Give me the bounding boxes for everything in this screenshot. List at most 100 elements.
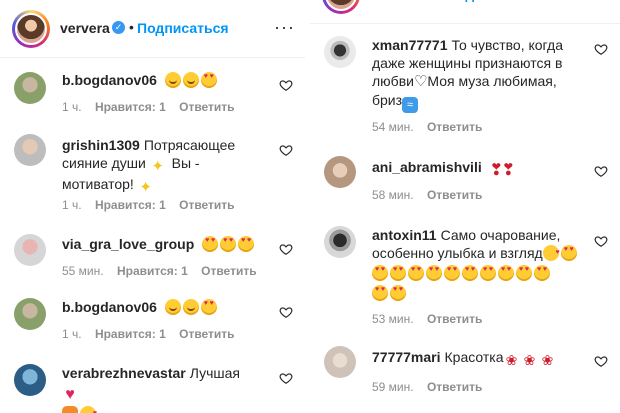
comment-text: xman77771 То чувство, когда даже женщины … bbox=[372, 36, 584, 113]
heart-outline-icon[interactable] bbox=[594, 234, 608, 248]
commenter-username[interactable]: ani_abramishvili bbox=[372, 159, 482, 175]
heart-outline-icon[interactable] bbox=[594, 354, 608, 368]
commenter-avatar[interactable] bbox=[14, 134, 46, 166]
heart-eyes-emoji-icon bbox=[390, 265, 406, 281]
heart-outline-icon[interactable] bbox=[279, 78, 293, 92]
heart-eyes-emoji-icon bbox=[516, 265, 532, 281]
reply-button[interactable]: Ответить bbox=[179, 327, 234, 341]
kiss-emoji-icon bbox=[80, 405, 97, 413]
commenter-username[interactable]: via_gra_love_group bbox=[62, 236, 194, 252]
header-dot-separator: • bbox=[129, 19, 134, 35]
comment-likes[interactable]: Нравится: 1 bbox=[95, 198, 166, 212]
comment-text: b.bogdanov06 bbox=[62, 71, 261, 89]
heart-eyes-emoji-icon bbox=[372, 265, 388, 281]
heart-exclamation-emoji-icon: ❣ bbox=[501, 162, 516, 179]
comment-text: via_gra_love_group bbox=[62, 235, 261, 253]
comment-time[interactable]: 1 ч. bbox=[62, 100, 82, 114]
rose-emoji-icon: ❀ bbox=[523, 352, 536, 368]
commenter-avatar[interactable] bbox=[14, 364, 46, 396]
wave-emoji-icon: ≈ bbox=[402, 97, 419, 113]
comment-content: Красотка bbox=[444, 349, 504, 365]
commenter-avatar[interactable] bbox=[14, 298, 46, 330]
comment-time[interactable]: 54 мин. bbox=[372, 120, 414, 134]
comment-meta: 1 ч. Нравится: 1 Ответить bbox=[62, 198, 245, 212]
heart-eyes-emoji-icon bbox=[390, 285, 406, 301]
rose-emoji-icon: ❀ bbox=[541, 352, 554, 368]
reply-button[interactable]: Ответить bbox=[427, 120, 482, 134]
comment-likes[interactable]: Нравится: 1 bbox=[95, 100, 166, 114]
comment-time[interactable]: 1 ч. bbox=[62, 327, 82, 341]
heart-outline-icon[interactable] bbox=[279, 305, 293, 319]
smiling-face-emoji-icon bbox=[182, 72, 199, 88]
comment-meta: 53 мин. Ответить bbox=[372, 312, 492, 326]
comment-time[interactable]: 1 ч. bbox=[62, 198, 82, 212]
heart-eyes-emoji-icon bbox=[200, 72, 217, 88]
smiling-face-emoji-icon bbox=[164, 72, 181, 88]
commenter-avatar[interactable] bbox=[324, 226, 356, 258]
comment-text: b.bogdanov06 bbox=[62, 298, 261, 316]
more-options-icon[interactable]: ··· bbox=[274, 17, 295, 38]
white-heart-emoji-icon: ♡ bbox=[413, 73, 428, 90]
follow-button[interactable]: Подписаться bbox=[137, 20, 229, 36]
heart-eyes-emoji-icon bbox=[498, 265, 514, 281]
commenter-username[interactable]: 77777mari bbox=[372, 349, 441, 365]
comment-text: verabrezhnevastar Лучшая ♥ bbox=[62, 364, 261, 413]
reply-button[interactable]: Ответить bbox=[427, 380, 482, 394]
comment-time[interactable]: 59 мин. bbox=[372, 380, 414, 394]
comment-meta: 1 ч. Нравится: 1 Ответить bbox=[62, 327, 245, 341]
heart-eyes-emoji-icon bbox=[238, 236, 255, 252]
story-ring[interactable] bbox=[12, 10, 50, 48]
commenter-username[interactable]: b.bogdanov06 bbox=[62, 72, 157, 88]
comment-meta: 59 мин. Ответить bbox=[372, 380, 492, 394]
comment-text: 77777mari Красотка ❀ ❀ ❀ bbox=[372, 348, 584, 368]
heart-eyes-emoji-icon bbox=[408, 265, 424, 281]
header-dot-separator: • bbox=[439, 0, 444, 1]
reply-button[interactable]: Ответить bbox=[201, 264, 256, 278]
commenter-avatar[interactable] bbox=[14, 234, 46, 266]
follow-button[interactable]: Подписаться bbox=[447, 0, 539, 2]
heart-outline-icon[interactable] bbox=[279, 371, 293, 385]
heart-eyes-emoji-icon bbox=[200, 299, 217, 315]
commenter-avatar[interactable] bbox=[324, 36, 356, 68]
commenter-avatar[interactable] bbox=[324, 346, 356, 378]
heart-eyes-emoji-icon bbox=[372, 285, 388, 301]
commenter-username[interactable]: b.bogdanov06 bbox=[62, 299, 157, 315]
smiling-face-emoji-icon bbox=[164, 299, 181, 315]
reply-button[interactable]: Ответить bbox=[179, 198, 234, 212]
story-ring[interactable] bbox=[322, 0, 360, 14]
heart-eyes-emoji-icon bbox=[462, 265, 478, 281]
comment-time[interactable]: 55 мин. bbox=[62, 264, 104, 278]
heart-outline-icon[interactable] bbox=[279, 242, 293, 256]
heart-outline-icon[interactable] bbox=[594, 42, 608, 56]
kiss-emoji-icon bbox=[542, 244, 560, 262]
heart-outline-icon[interactable] bbox=[279, 143, 293, 157]
comment-likes[interactable]: Нравится: 1 bbox=[95, 327, 166, 341]
commenter-username[interactable]: xman77771 bbox=[372, 37, 448, 53]
author-avatar[interactable] bbox=[325, 0, 357, 11]
reply-button[interactable]: Ответить bbox=[179, 100, 234, 114]
heart-outline-icon[interactable] bbox=[594, 164, 608, 178]
author-username[interactable]: ververa bbox=[370, 0, 420, 2]
comment-likes[interactable]: Нравится: 1 bbox=[117, 264, 188, 278]
heart-eyes-emoji-icon bbox=[560, 245, 577, 261]
commenter-avatar[interactable] bbox=[14, 72, 46, 104]
comment-text: ani_abramishvili ❣❣ bbox=[372, 158, 584, 179]
smiling-face-emoji-icon bbox=[182, 299, 199, 315]
heart-exclamation-emoji-icon: ❣ bbox=[489, 162, 504, 179]
sparkles-emoji-icon: ✦ bbox=[151, 158, 165, 175]
comment-time[interactable]: 58 мин. bbox=[372, 188, 414, 202]
reply-button[interactable]: Ответить bbox=[427, 188, 482, 202]
commenter-avatar[interactable] bbox=[324, 156, 356, 188]
red-heart-emoji-icon: ♥ bbox=[65, 386, 75, 403]
commenter-username[interactable]: verabrezhnevastar bbox=[62, 365, 186, 381]
author-username[interactable]: ververa bbox=[60, 20, 110, 36]
heart-eyes-emoji-icon bbox=[480, 265, 496, 281]
commenter-username[interactable]: grishin1309 bbox=[62, 137, 140, 153]
author-avatar[interactable] bbox=[15, 13, 47, 45]
comment-text: antoxin11 Само очарование, особенно улыбк… bbox=[372, 226, 584, 302]
reply-button[interactable]: Ответить bbox=[427, 312, 482, 326]
fox-emoji-icon bbox=[62, 406, 78, 413]
heart-eyes-emoji-icon bbox=[426, 265, 442, 281]
comment-time[interactable]: 53 мин. bbox=[372, 312, 414, 326]
commenter-username[interactable]: antoxin11 bbox=[372, 227, 437, 243]
